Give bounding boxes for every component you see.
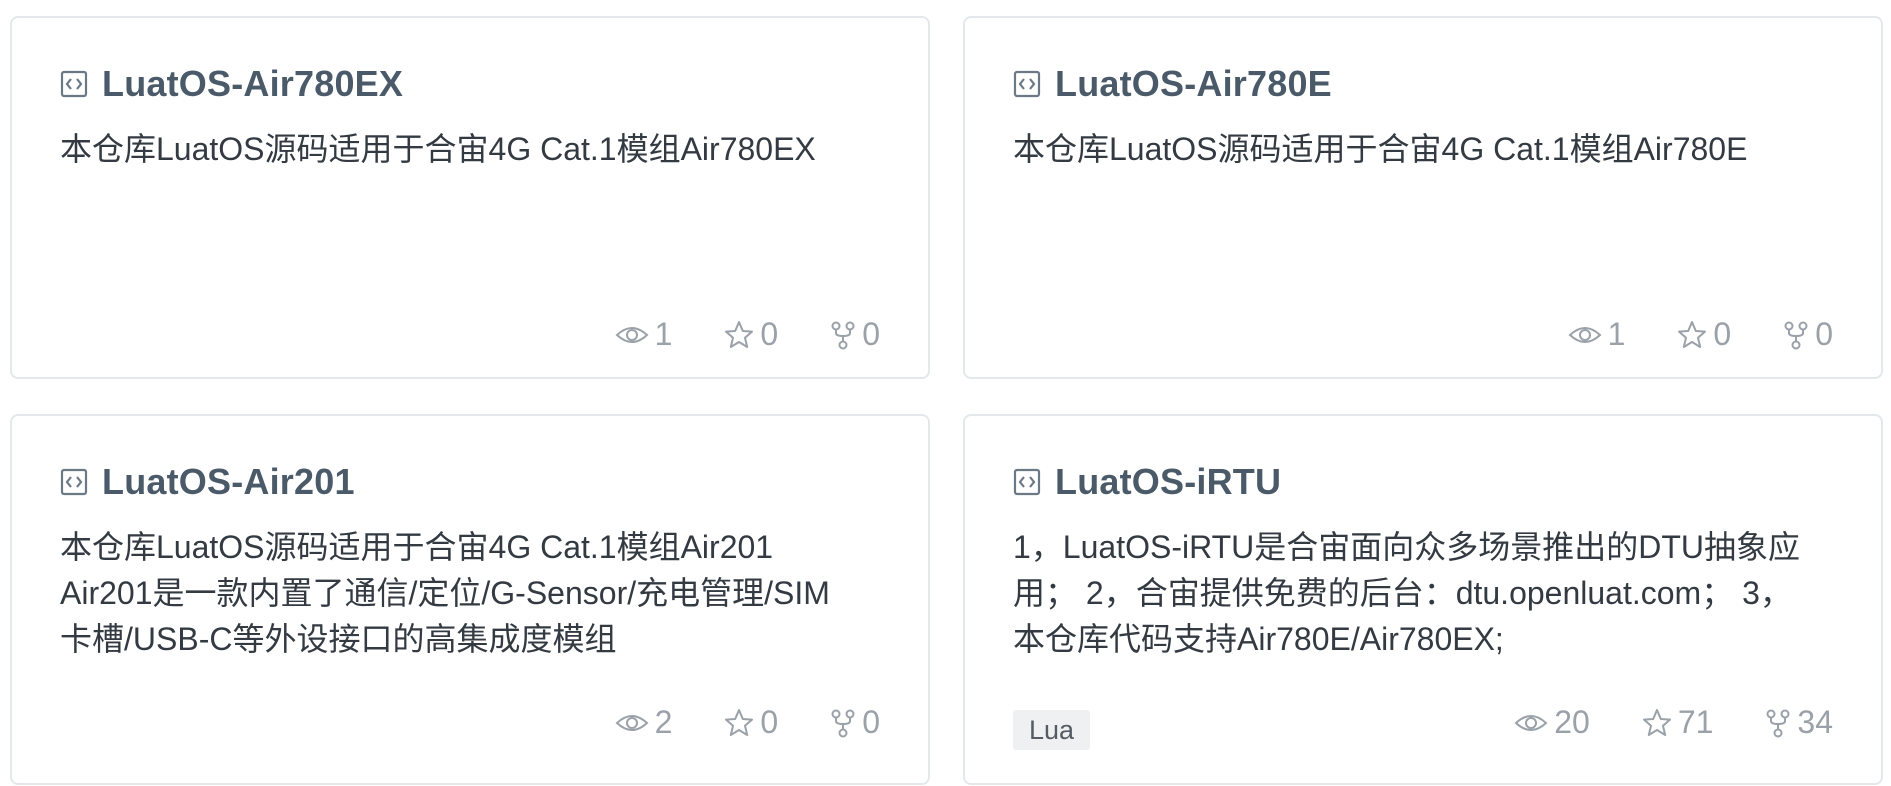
- stars-count: 71: [1677, 704, 1714, 740]
- fork-icon: [831, 321, 855, 349]
- forks-count: 0: [1815, 316, 1833, 352]
- stars-stat[interactable]: 0: [724, 316, 778, 353]
- repo-title-row: LuatOS-iRTU: [1013, 460, 1281, 504]
- repo-icon: [60, 70, 88, 98]
- repo-stats: 1 0 0: [1568, 316, 1833, 353]
- repo-stats: 20 71 34: [1514, 704, 1833, 741]
- repo-title-row: LuatOS-Air780E: [1013, 62, 1332, 106]
- repo-card[interactable]: LuatOS-iRTU 1，LuatOS-iRTU是合宙面向众多场景推出的DTU…: [963, 414, 1883, 785]
- forks-stat[interactable]: 34: [1765, 704, 1833, 741]
- forks-stat[interactable]: 0: [830, 316, 880, 353]
- forks-stat[interactable]: 0: [1783, 316, 1833, 353]
- repo-card[interactable]: LuatOS-Air201 本仓库LuatOS源码适用于合宙4G Cat.1模组…: [10, 414, 930, 785]
- stars-stat[interactable]: 71: [1642, 704, 1714, 741]
- repo-description: 本仓库LuatOS源码适用于合宙4G Cat.1模组Air780E: [1013, 131, 1748, 167]
- fork-icon: [1784, 321, 1808, 349]
- watchers-stat[interactable]: 1: [1568, 316, 1626, 353]
- forks-stat[interactable]: 0: [830, 704, 880, 741]
- repo-description: 本仓库LuatOS源码适用于合宙4G Cat.1模组Air201 Air201是…: [60, 529, 830, 657]
- stars-count: 0: [760, 704, 779, 740]
- forks-count: 34: [1797, 704, 1833, 740]
- star-icon: [725, 708, 754, 736]
- stars-stat[interactable]: 0: [1677, 316, 1731, 353]
- repo-stats: 2 0 0: [615, 704, 880, 741]
- watchers-stat[interactable]: 20: [1514, 704, 1590, 741]
- repo-title-link[interactable]: LuatOS-iRTU: [1055, 461, 1281, 503]
- repo-card[interactable]: LuatOS-Air780EX 本仓库LuatOS源码适用于合宙4G Cat.1…: [10, 16, 930, 379]
- fork-icon: [831, 709, 855, 737]
- repo-description: 本仓库LuatOS源码适用于合宙4G Cat.1模组Air780EX: [60, 131, 816, 167]
- watchers-stat[interactable]: 2: [615, 704, 673, 741]
- language-tag[interactable]: Lua: [1013, 710, 1091, 750]
- repo-stats: 1 0 0: [615, 316, 880, 353]
- repo-card[interactable]: LuatOS-Air780E 本仓库LuatOS源码适用于合宙4G Cat.1模…: [963, 16, 1883, 379]
- forks-count: 0: [862, 704, 880, 740]
- fork-icon: [1766, 709, 1790, 737]
- repo-description: 1，LuatOS-iRTU是合宙面向众多场景推出的DTU抽象应 用； 2，合宙提…: [1013, 529, 1801, 657]
- watchers-stat[interactable]: 1: [615, 316, 673, 353]
- repo-title-link[interactable]: LuatOS-Air201: [102, 461, 355, 503]
- eye-icon: [1568, 326, 1602, 343]
- star-icon: [1678, 320, 1707, 348]
- eye-icon: [615, 714, 649, 731]
- repo-title-row: LuatOS-Air201: [60, 460, 355, 504]
- star-icon: [725, 320, 754, 348]
- forks-count: 0: [862, 316, 880, 352]
- eye-icon: [615, 326, 649, 343]
- repo-icon: [60, 468, 88, 496]
- repo-title-row: LuatOS-Air780EX: [60, 62, 403, 106]
- stars-count: 0: [760, 316, 779, 352]
- watchers-count: 1: [654, 316, 673, 352]
- stars-count: 0: [1713, 316, 1732, 352]
- star-icon: [1642, 708, 1671, 736]
- watchers-count: 1: [1607, 316, 1626, 352]
- stars-stat[interactable]: 0: [724, 704, 778, 741]
- repo-title-link[interactable]: LuatOS-Air780E: [1055, 63, 1332, 105]
- repo-icon: [1013, 70, 1041, 98]
- watchers-count: 20: [1554, 704, 1590, 740]
- repo-icon: [1013, 468, 1041, 496]
- eye-icon: [1514, 714, 1548, 731]
- repo-title-link[interactable]: LuatOS-Air780EX: [102, 63, 403, 105]
- watchers-count: 2: [654, 704, 673, 740]
